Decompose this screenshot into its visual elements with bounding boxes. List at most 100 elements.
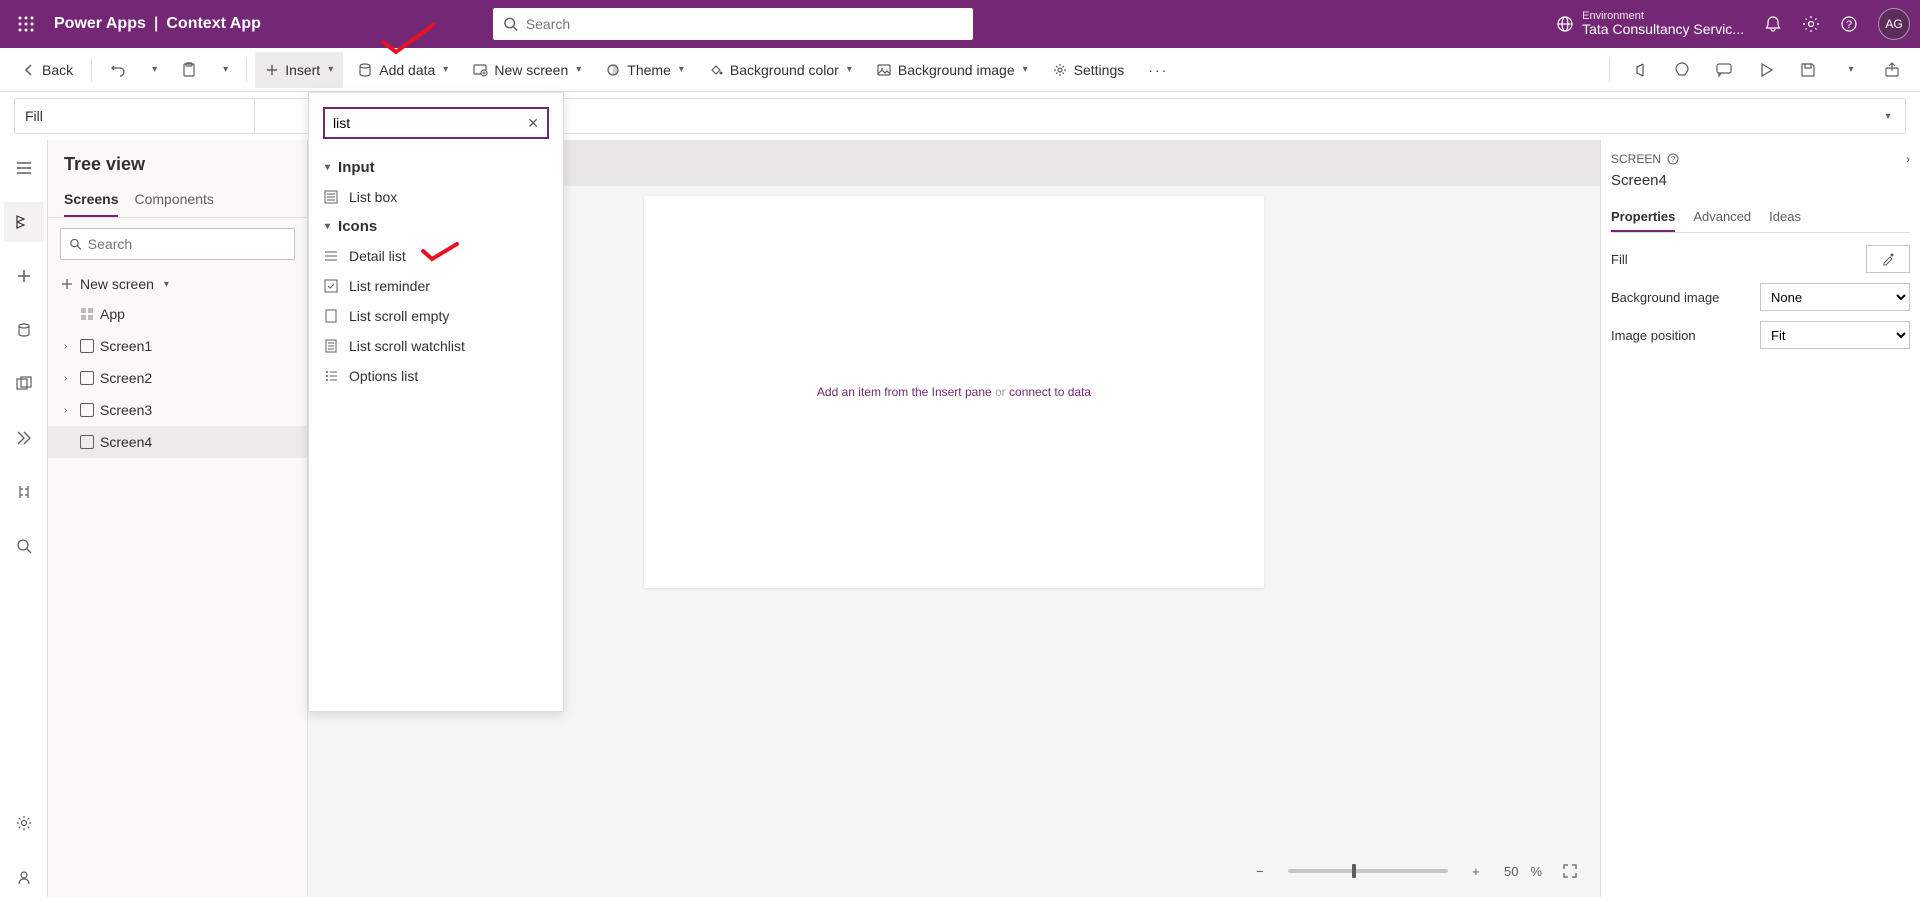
insert-item-list-scroll-empty[interactable]: List scroll empty [309, 301, 563, 331]
product-name[interactable]: Power Apps [54, 15, 146, 33]
checker-icon[interactable] [1666, 54, 1698, 86]
insert-group-icons[interactable]: ▾ Icons [309, 212, 563, 241]
zoom-slider[interactable] [1288, 869, 1448, 873]
tab-advanced[interactable]: Advanced [1693, 203, 1751, 232]
paste-dropdown[interactable]: ▾ [211, 52, 238, 88]
screen-icon [80, 339, 94, 353]
clear-search-icon[interactable]: ✕ [527, 115, 539, 132]
variables-rail-icon[interactable] [4, 472, 44, 512]
global-search[interactable] [493, 8, 973, 40]
tab-properties[interactable]: Properties [1611, 203, 1675, 232]
insert-item-list-box[interactable]: List box [309, 182, 563, 212]
formula-expand-button[interactable]: ▾ [1869, 99, 1905, 133]
list-reminder-icon [323, 278, 339, 294]
new-screen-button[interactable]: New screen ▾ [462, 52, 591, 88]
image-position-select[interactable]: Fit [1760, 321, 1910, 349]
fill-label: Fill [1611, 252, 1628, 267]
notifications-icon[interactable] [1764, 15, 1782, 33]
zoom-in-button[interactable]: + [1460, 855, 1492, 887]
info-icon[interactable]: ? [1667, 153, 1679, 165]
separator [246, 58, 247, 82]
bucket-icon [708, 62, 724, 78]
search-rail-icon[interactable] [4, 526, 44, 566]
preview-icon[interactable] [1750, 54, 1782, 86]
paste-button[interactable] [171, 52, 207, 88]
bg-image-select[interactable]: None [1760, 283, 1910, 311]
insert-item-detail-list[interactable]: Detail list [309, 241, 563, 271]
insert-group-input[interactable]: ▾ Input [309, 153, 563, 182]
group-label: Icons [338, 218, 377, 235]
tree-node-screen3[interactable]: › Screen3 [48, 394, 307, 426]
environment-picker[interactable]: Environment Tata Consultancy Servic... [1556, 10, 1744, 37]
context-app-name[interactable]: Context App [166, 15, 261, 33]
insert-rail-icon[interactable] [4, 256, 44, 296]
tab-ideas[interactable]: Ideas [1769, 203, 1801, 232]
svg-text:?: ? [1671, 155, 1676, 164]
screen-icon [80, 403, 94, 417]
save-icon[interactable] [1792, 54, 1824, 86]
global-search-input[interactable] [526, 16, 963, 32]
settings-button[interactable]: Settings [1042, 52, 1135, 88]
tree-node-screen4[interactable]: Screen4 [48, 426, 307, 458]
prop-row-image-position: Image position Fit [1611, 321, 1910, 349]
tree-node-screen1[interactable]: › Screen1 [48, 330, 307, 362]
insert-pane-link[interactable]: Add an item from the Insert pane [817, 385, 992, 399]
fill-color-button[interactable] [1866, 245, 1910, 273]
save-dropdown[interactable]: ▾ [1834, 54, 1866, 86]
bg-image-button[interactable]: Background image ▾ [866, 52, 1038, 88]
waffle-icon[interactable] [10, 8, 42, 40]
tree-view-rail-icon[interactable] [4, 202, 44, 242]
add-data-button[interactable]: Add data ▾ [347, 52, 458, 88]
flows-rail-icon[interactable] [4, 418, 44, 458]
zoom-out-button[interactable]: − [1244, 855, 1276, 887]
prop-row-bg-image: Background image None [1611, 283, 1910, 311]
insert-button[interactable]: Insert ▾ [255, 52, 343, 88]
insert-item-list-reminder[interactable]: List reminder [309, 271, 563, 301]
user-avatar[interactable]: AG [1878, 8, 1910, 40]
options-list-icon [323, 368, 339, 384]
insert-search[interactable]: ✕ [323, 107, 549, 139]
share-icon[interactable] [1624, 54, 1656, 86]
placeholder-or: or [992, 385, 1009, 399]
insert-item-list-scroll-watchlist[interactable]: List scroll watchlist [309, 331, 563, 361]
new-screen-button[interactable]: New screen ▾ [48, 270, 307, 298]
tree-list: App › Screen1 › Screen2 › Screen3 Screen… [48, 298, 307, 897]
screen-name[interactable]: Screen4 [1611, 172, 1910, 189]
tree-node-app[interactable]: App [48, 298, 307, 330]
zoom-value: 50 [1504, 864, 1518, 879]
add-data-label: Add data [379, 62, 435, 78]
publish-icon[interactable] [1876, 54, 1908, 86]
tab-screens[interactable]: Screens [64, 183, 118, 217]
connect-data-link[interactable]: connect to data [1009, 385, 1091, 399]
hamburger-icon[interactable] [4, 148, 44, 188]
screen-surface[interactable]: Add an item from the Insert pane or conn… [644, 196, 1264, 588]
settings-icon[interactable] [1802, 15, 1820, 33]
gear-icon [1052, 62, 1068, 78]
listbox-icon [323, 189, 339, 205]
data-rail-icon[interactable] [4, 310, 44, 350]
formula-property-selector[interactable]: Fill [15, 99, 255, 133]
tab-components[interactable]: Components [134, 183, 213, 217]
zoom-thumb[interactable] [1352, 864, 1356, 878]
insert-item-options-list[interactable]: Options list [309, 361, 563, 391]
tree-search-input[interactable] [88, 236, 286, 252]
properties-tabs: Properties Advanced Ideas [1611, 203, 1910, 233]
settings-rail-icon[interactable] [4, 803, 44, 843]
tree-search[interactable] [60, 228, 295, 260]
theme-button[interactable]: Theme ▾ [595, 52, 694, 88]
fit-screen-button[interactable] [1554, 855, 1586, 887]
undo-button[interactable] [100, 52, 136, 88]
help-icon[interactable]: ? [1840, 15, 1858, 33]
detail-list-icon [323, 248, 339, 264]
more-button[interactable]: ··· [1138, 52, 1178, 88]
expand-panel-icon[interactable]: › [1906, 152, 1910, 166]
insert-search-input[interactable] [333, 115, 527, 131]
bg-color-button[interactable]: Background color ▾ [698, 52, 862, 88]
tree-node-screen2[interactable]: › Screen2 [48, 362, 307, 394]
comment-icon[interactable] [1708, 54, 1740, 86]
virtual-agent-rail-icon[interactable] [4, 857, 44, 897]
back-button[interactable]: Back [12, 52, 83, 88]
screen-icon [80, 371, 94, 385]
undo-dropdown[interactable]: ▾ [140, 52, 167, 88]
media-rail-icon[interactable] [4, 364, 44, 404]
